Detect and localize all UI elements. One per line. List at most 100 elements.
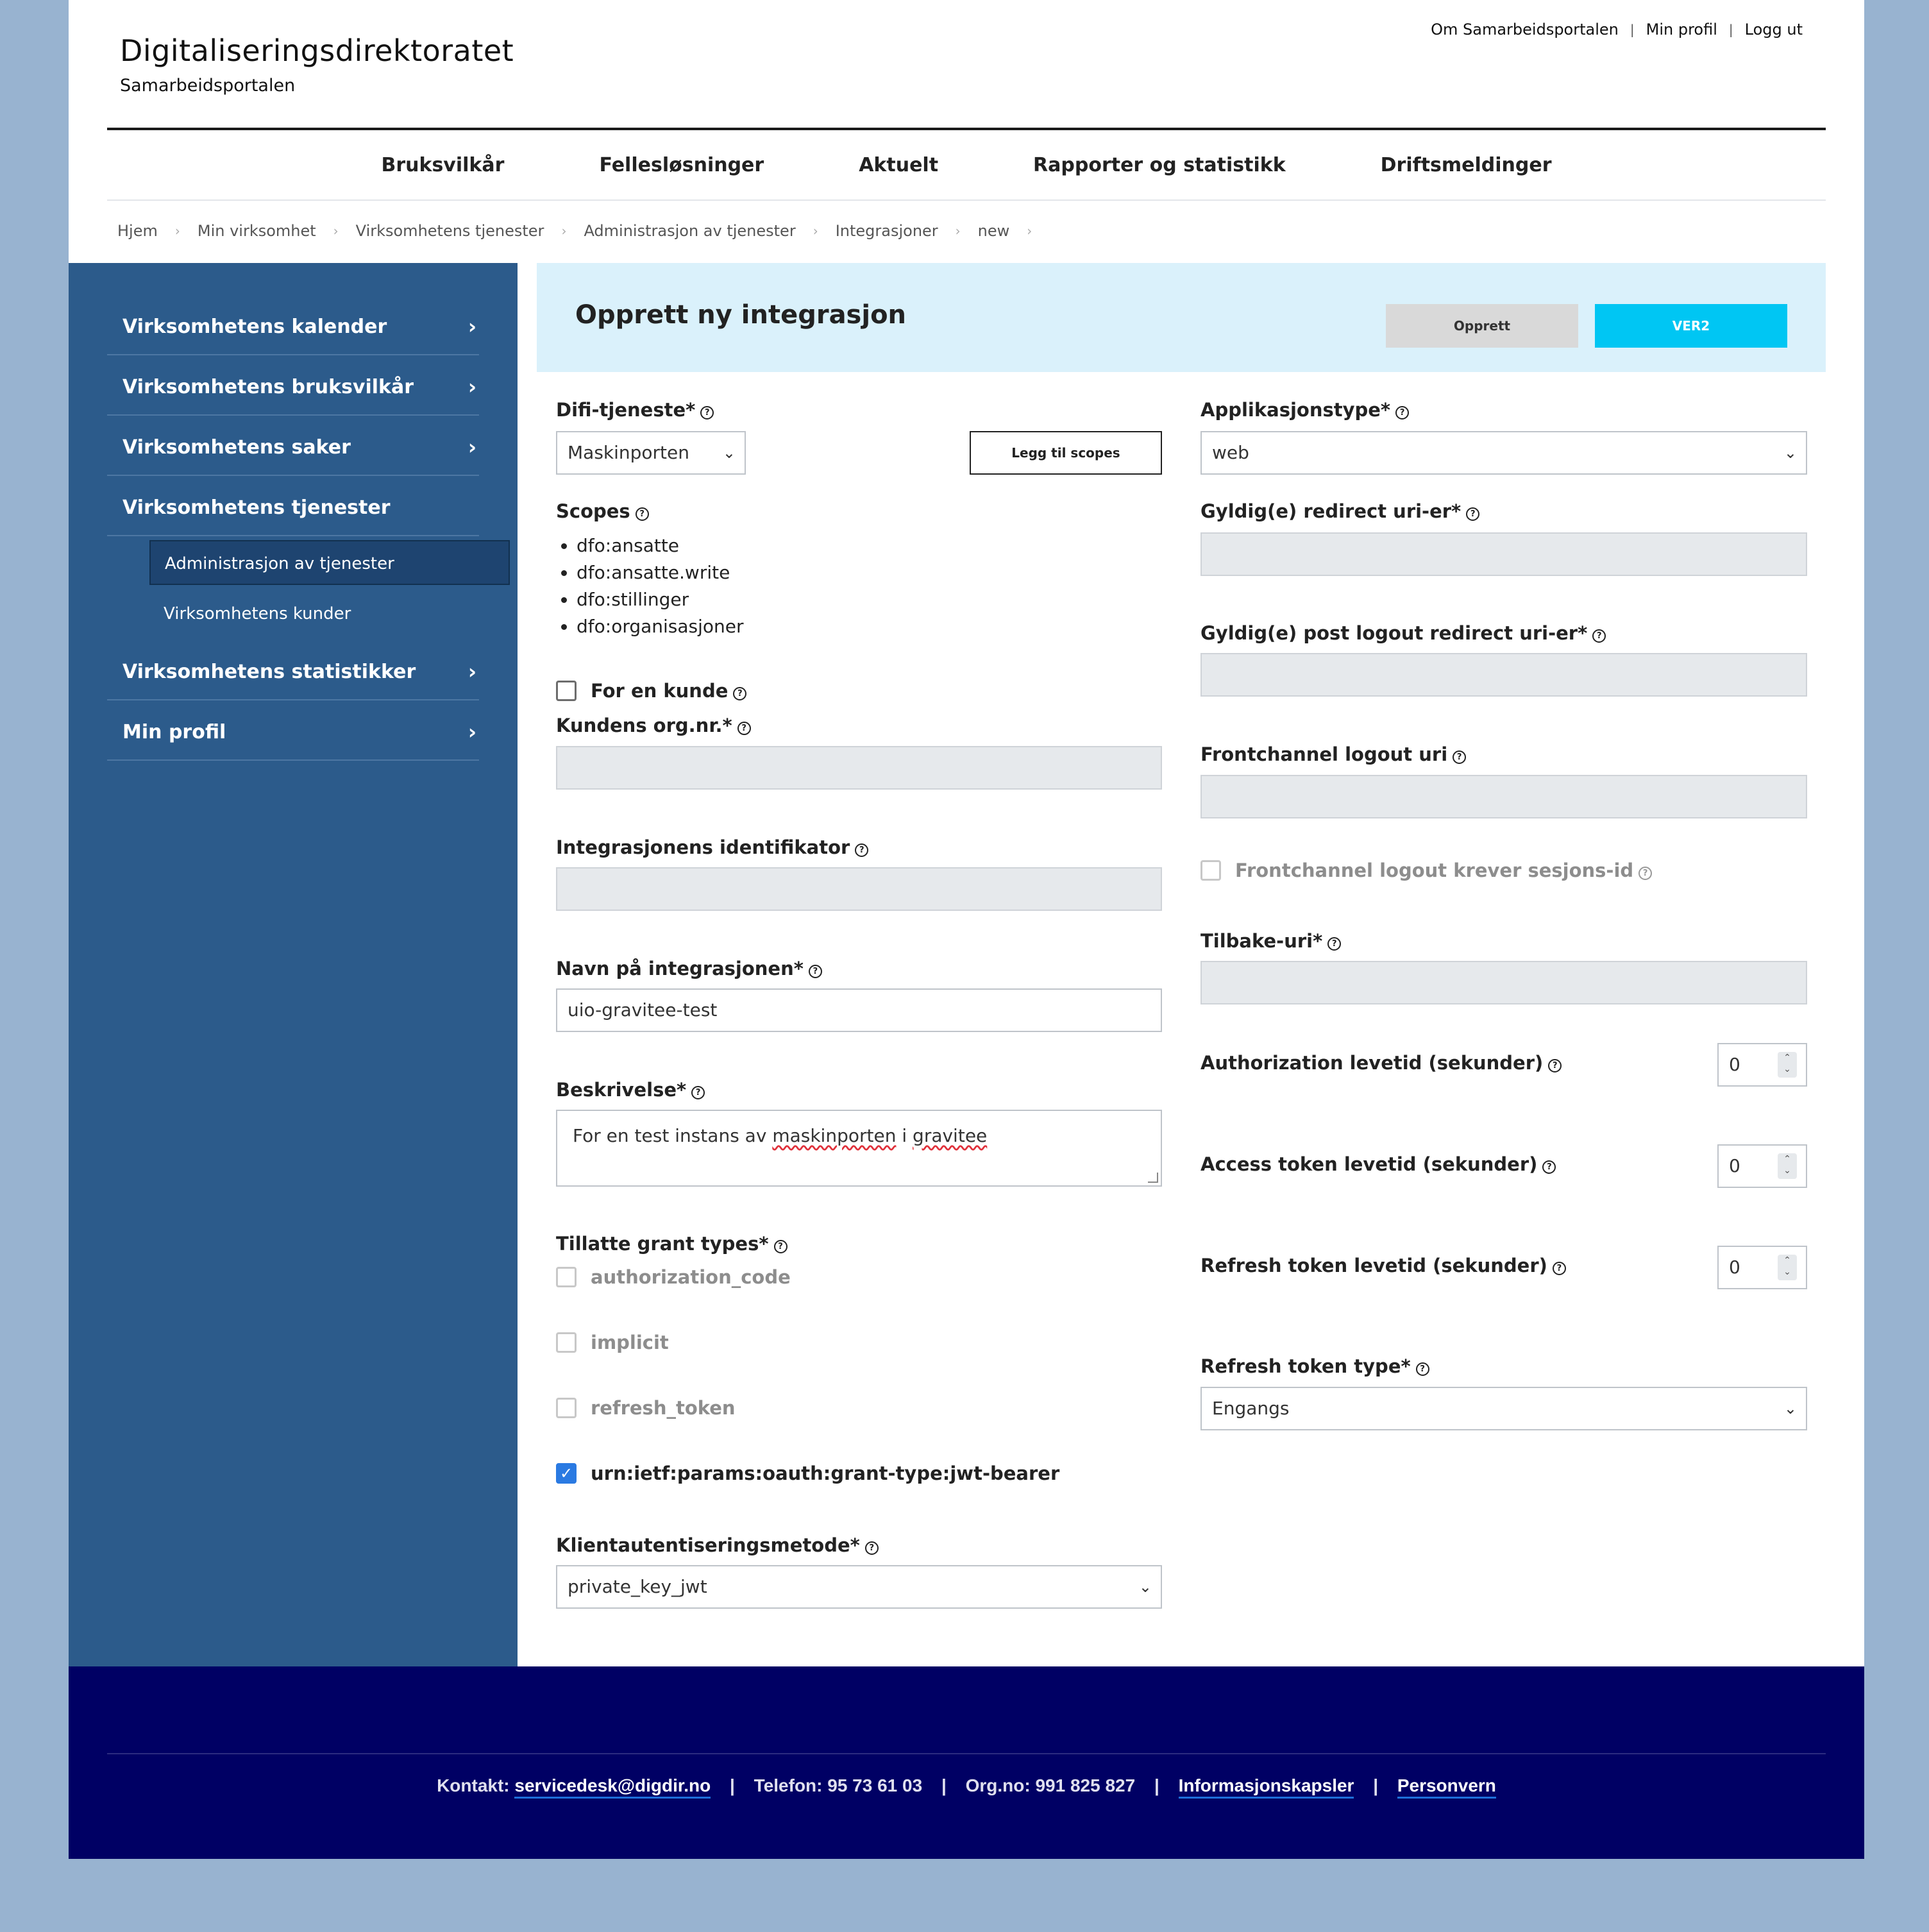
top-link-om[interactable]: Om Samarbeidsportalen: [1431, 21, 1619, 38]
resize-handle-icon[interactable]: [1148, 1173, 1158, 1183]
for-en-kunde-checkbox[interactable]: [556, 681, 577, 701]
label-text: Access token levetid (sekunder): [1200, 1153, 1538, 1175]
label-text: Difi-tjeneste*: [556, 399, 696, 421]
main-nav: Bruksvilkår Fellesløsninger Aktuelt Rapp…: [107, 130, 1826, 201]
grant-type-checkbox[interactable]: [556, 1267, 577, 1287]
breadcrumb-item[interactable]: Min virksomhet: [198, 222, 316, 240]
help-icon[interactable]: ?: [691, 1086, 705, 1099]
grant-type-checkbox-checked[interactable]: ✓: [556, 1463, 577, 1484]
sidebar-item-min-profil[interactable]: Min profil ›: [107, 700, 479, 761]
frontchannel-logout-input[interactable]: [1200, 775, 1807, 818]
access-levetid-stepper[interactable]: 0 ⌃ ⌄: [1717, 1144, 1807, 1188]
help-icon[interactable]: ?: [1552, 1262, 1566, 1275]
up-down-spinner-icon[interactable]: ⌃ ⌄: [1778, 1255, 1797, 1280]
nav-item-bruksvilkar[interactable]: Bruksvilkår: [381, 154, 504, 176]
refresh-levetid-stepper[interactable]: 0 ⌃ ⌄: [1717, 1246, 1807, 1289]
sidebar-item-saker[interactable]: Virksomhetens saker ›: [107, 416, 479, 476]
auth-levetid-stepper[interactable]: 0 ⌃ ⌄: [1717, 1043, 1807, 1087]
help-icon[interactable]: ?: [700, 406, 714, 419]
grant-type-label: refresh_token: [591, 1397, 736, 1419]
nav-item-aktuelt[interactable]: Aktuelt: [859, 154, 938, 176]
kundens-orgnr-input[interactable]: [556, 746, 1162, 790]
help-icon[interactable]: ?: [635, 507, 649, 521]
post-logout-uri-label: Gyldig(e) post logout redirect uri-er*?: [1200, 622, 1606, 644]
help-icon[interactable]: ?: [1548, 1059, 1562, 1072]
applikasjonstype-select[interactable]: web ⌄: [1200, 431, 1807, 475]
help-icon[interactable]: ?: [808, 965, 822, 978]
help-icon[interactable]: ?: [1542, 1160, 1556, 1174]
sidebar-subitem-administrasjon[interactable]: Administrasjon av tjenester: [149, 540, 510, 585]
redirect-uri-input[interactable]: [1200, 532, 1807, 576]
sidebar-item-label: Virksomhetens statistikker: [122, 661, 416, 683]
refresh-type-select[interactable]: Engangs ⌄: [1200, 1387, 1807, 1430]
sidebar-item-tjenester[interactable]: Virksomhetens tjenester: [107, 476, 479, 536]
top-link-logg-ut[interactable]: Logg ut: [1745, 21, 1803, 38]
label-text: Gyldig(e) post logout redirect uri-er*: [1200, 622, 1588, 644]
footer-informasjonskapsler-link[interactable]: Informasjonskapsler: [1178, 1775, 1354, 1799]
sidebar-item-kalender[interactable]: Virksomhetens kalender ›: [107, 295, 479, 355]
navn-input[interactable]: uio-gravitee-test: [556, 988, 1162, 1032]
footer-telefon: Telefon: 95 73 61 03: [754, 1775, 923, 1795]
grant-type-checkbox[interactable]: [556, 1332, 577, 1353]
up-down-spinner-icon[interactable]: ⌃ ⌄: [1778, 1153, 1797, 1179]
help-icon[interactable]: ?: [1592, 629, 1606, 643]
help-icon[interactable]: ?: [773, 1240, 788, 1253]
breadcrumb-item[interactable]: Hjem: [117, 222, 158, 240]
help-icon[interactable]: ?: [855, 843, 869, 857]
beskrivelse-label: Beskrivelse*?: [556, 1079, 705, 1101]
tilbake-uri-input[interactable]: [1200, 961, 1807, 1004]
help-icon[interactable]: ?: [1327, 937, 1342, 951]
sidebar-item-bruksvilkar[interactable]: Virksomhetens bruksvilkår ›: [107, 355, 479, 416]
scopes-label: Scopes?: [556, 500, 649, 522]
label-text: Integrasjonens identifikator: [556, 836, 850, 858]
up-down-spinner-icon[interactable]: ⌃ ⌄: [1778, 1052, 1797, 1078]
help-icon[interactable]: ?: [864, 1541, 879, 1555]
applikasjonstype-label: Applikasjonstype*?: [1200, 399, 1410, 421]
identifikator-input[interactable]: [556, 867, 1162, 911]
stepper-value: 0: [1729, 1257, 1740, 1278]
footer-kontakt-label: Kontakt:: [437, 1775, 510, 1795]
label-text: Gyldig(e) redirect uri-er*: [1200, 500, 1461, 522]
label-text: Refresh token levetid (sekunder): [1200, 1255, 1547, 1276]
label-text: Scopes: [556, 500, 630, 522]
chevron-right-icon: ›: [813, 223, 818, 239]
label-text: Navn på integrasjonen*: [556, 958, 804, 979]
nav-item-felleslosninger[interactable]: Fellesløsninger: [599, 154, 764, 176]
grant-type-checkbox[interactable]: [556, 1398, 577, 1418]
select-value: Engangs: [1212, 1398, 1290, 1419]
help-icon[interactable]: ?: [737, 722, 751, 735]
difi-tjeneste-select[interactable]: Maskinporten ⌄: [556, 431, 746, 475]
select-value: Maskinporten: [568, 442, 690, 463]
nav-item-driftsmeldinger[interactable]: Driftsmeldinger: [1381, 154, 1552, 176]
breadcrumb-item[interactable]: Integrasjoner: [836, 222, 938, 240]
help-icon[interactable]: ?: [1466, 507, 1480, 521]
sidebar-subitem-kunder[interactable]: Virksomhetens kunder: [149, 591, 507, 634]
help-icon[interactable]: ?: [1453, 750, 1467, 764]
breadcrumb-item[interactable]: Virksomhetens tjenester: [356, 222, 544, 240]
breadcrumb-item[interactable]: Administrasjon av tjenester: [584, 222, 795, 240]
help-icon[interactable]: ?: [1395, 406, 1410, 419]
frontchannel-sesjon-checkbox[interactable]: [1200, 860, 1221, 881]
chevron-right-icon: ›: [468, 659, 476, 684]
stepper-value: 0: [1729, 1054, 1740, 1075]
help-icon[interactable]: ?: [1415, 1362, 1429, 1376]
page-title: Opprett ny integrasjon: [575, 300, 907, 330]
help-icon[interactable]: ?: [1638, 867, 1653, 880]
nav-item-rapporter[interactable]: Rapporter og statistikk: [1033, 154, 1286, 176]
brand-subtitle: Samarbeidsportalen: [120, 76, 296, 96]
post-logout-uri-input[interactable]: [1200, 653, 1807, 697]
footer-personvern-link[interactable]: Personvern: [1397, 1775, 1496, 1799]
beskrivelse-textarea[interactable]: For en test instans av maskinporten i gr…: [556, 1110, 1162, 1187]
add-scopes-button[interactable]: Legg til scopes: [970, 431, 1162, 475]
opprett-button[interactable]: Opprett: [1386, 304, 1578, 348]
sidebar-item-statistikker[interactable]: Virksomhetens statistikker ›: [107, 640, 479, 700]
footer-email-link[interactable]: servicedesk@digdir.no: [514, 1775, 711, 1799]
ver2-button[interactable]: VER2: [1595, 304, 1787, 348]
klient-select[interactable]: private_key_jwt ⌄: [556, 1565, 1162, 1609]
footer-contact-line: Kontakt: servicedesk@digdir.no | Telefon…: [69, 1775, 1864, 1799]
label-text: Frontchannel logout krever sesjons-id: [1235, 860, 1634, 881]
top-link-min-profil[interactable]: Min profil: [1646, 21, 1717, 38]
refresh-type-label: Refresh token type*?: [1200, 1355, 1429, 1377]
help-icon[interactable]: ?: [733, 687, 747, 700]
brand-title[interactable]: Digitaliseringsdirektoratet: [120, 33, 514, 68]
